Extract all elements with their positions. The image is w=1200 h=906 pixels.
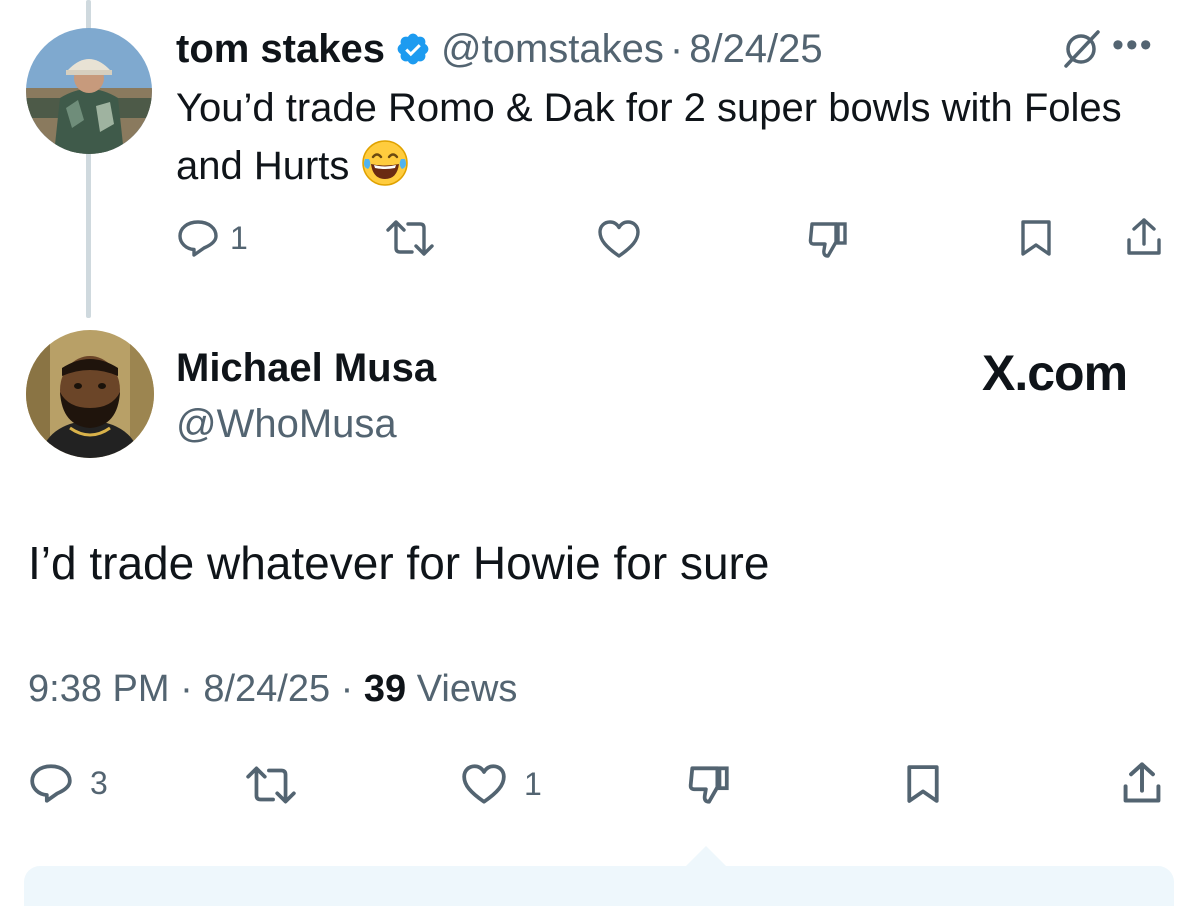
grok-icon[interactable] — [1058, 26, 1104, 72]
thumbs-down-icon — [688, 766, 729, 804]
reply-author-name[interactable]: Michael Musa — [176, 346, 436, 391]
bookmark-icon — [1021, 220, 1051, 256]
verified-badge-icon — [395, 31, 431, 67]
parent-avatar[interactable] — [26, 28, 152, 154]
reply-icon — [30, 764, 72, 803]
thumbs-down-icon — [808, 222, 847, 258]
share-icon — [1127, 218, 1161, 255]
x-com-logo: X.com — [982, 345, 1128, 401]
parent-reply-button[interactable]: 1 — [176, 218, 248, 258]
reply-reply-button[interactable]: 3 — [28, 762, 108, 804]
reply-bookmark-button[interactable] — [904, 762, 942, 806]
reply-tweet-text: I’d trade whatever for Howie for sure — [28, 537, 770, 589]
parent-dislike-button[interactable] — [806, 218, 860, 260]
reply-like-button[interactable]: 1 — [460, 762, 542, 806]
reply-avatar[interactable] — [26, 330, 154, 458]
reply-icon — [178, 220, 218, 257]
heart-icon — [598, 220, 640, 258]
heart-icon — [462, 764, 506, 804]
reply-like-count: 1 — [524, 765, 542, 802]
separator-dot: · — [180, 668, 193, 710]
retweet-icon — [386, 220, 434, 256]
parent-like-button[interactable] — [596, 218, 652, 260]
parent-handle[interactable]: @tomstakes — [441, 27, 664, 72]
views-label: Views — [416, 668, 518, 710]
parent-bookmark-button[interactable] — [1018, 218, 1054, 258]
parent-author-name[interactable]: tom stakes — [176, 27, 385, 72]
parent-tweet-text-content: You’d trade Romo & Dak for 2 super bowls… — [176, 86, 1122, 188]
reply-handle[interactable]: @WhoMusa — [176, 402, 397, 447]
parent-share-button[interactable] — [1124, 216, 1164, 258]
reply-meta: 9:38 PM · 8/24/25 · 39 Views — [28, 668, 517, 711]
parent-date[interactable]: 8/24/25 — [689, 27, 822, 72]
views-count[interactable]: 39 — [364, 668, 406, 710]
compose-bar-notch — [684, 846, 728, 868]
retweet-icon — [246, 766, 296, 804]
share-icon — [1123, 762, 1161, 803]
parent-retweet-button[interactable] — [384, 218, 446, 258]
reply-retweet-button[interactable] — [244, 764, 308, 806]
reply-compose-bar[interactable] — [24, 866, 1174, 906]
laughing-tears-emoji-icon — [359, 137, 411, 189]
reply-date[interactable]: 8/24/25 — [203, 668, 330, 710]
reply-dislike-button[interactable] — [686, 762, 742, 806]
separator-dot: · — [340, 668, 354, 710]
reply-share-button[interactable] — [1120, 760, 1164, 806]
separator-dot: · — [669, 26, 684, 71]
parent-tweet-header: tom stakes @tomstakes · 8/24/25 — [176, 24, 823, 74]
reply-time[interactable]: 9:38 PM — [28, 668, 170, 710]
parent-tweet-text: You’d trade Romo & Dak for 2 super bowls… — [176, 80, 1136, 195]
more-icon[interactable]: ••• — [1112, 28, 1154, 62]
parent-reply-count: 1 — [230, 219, 248, 256]
bookmark-icon — [907, 765, 939, 803]
reply-reply-count: 3 — [90, 764, 108, 801]
